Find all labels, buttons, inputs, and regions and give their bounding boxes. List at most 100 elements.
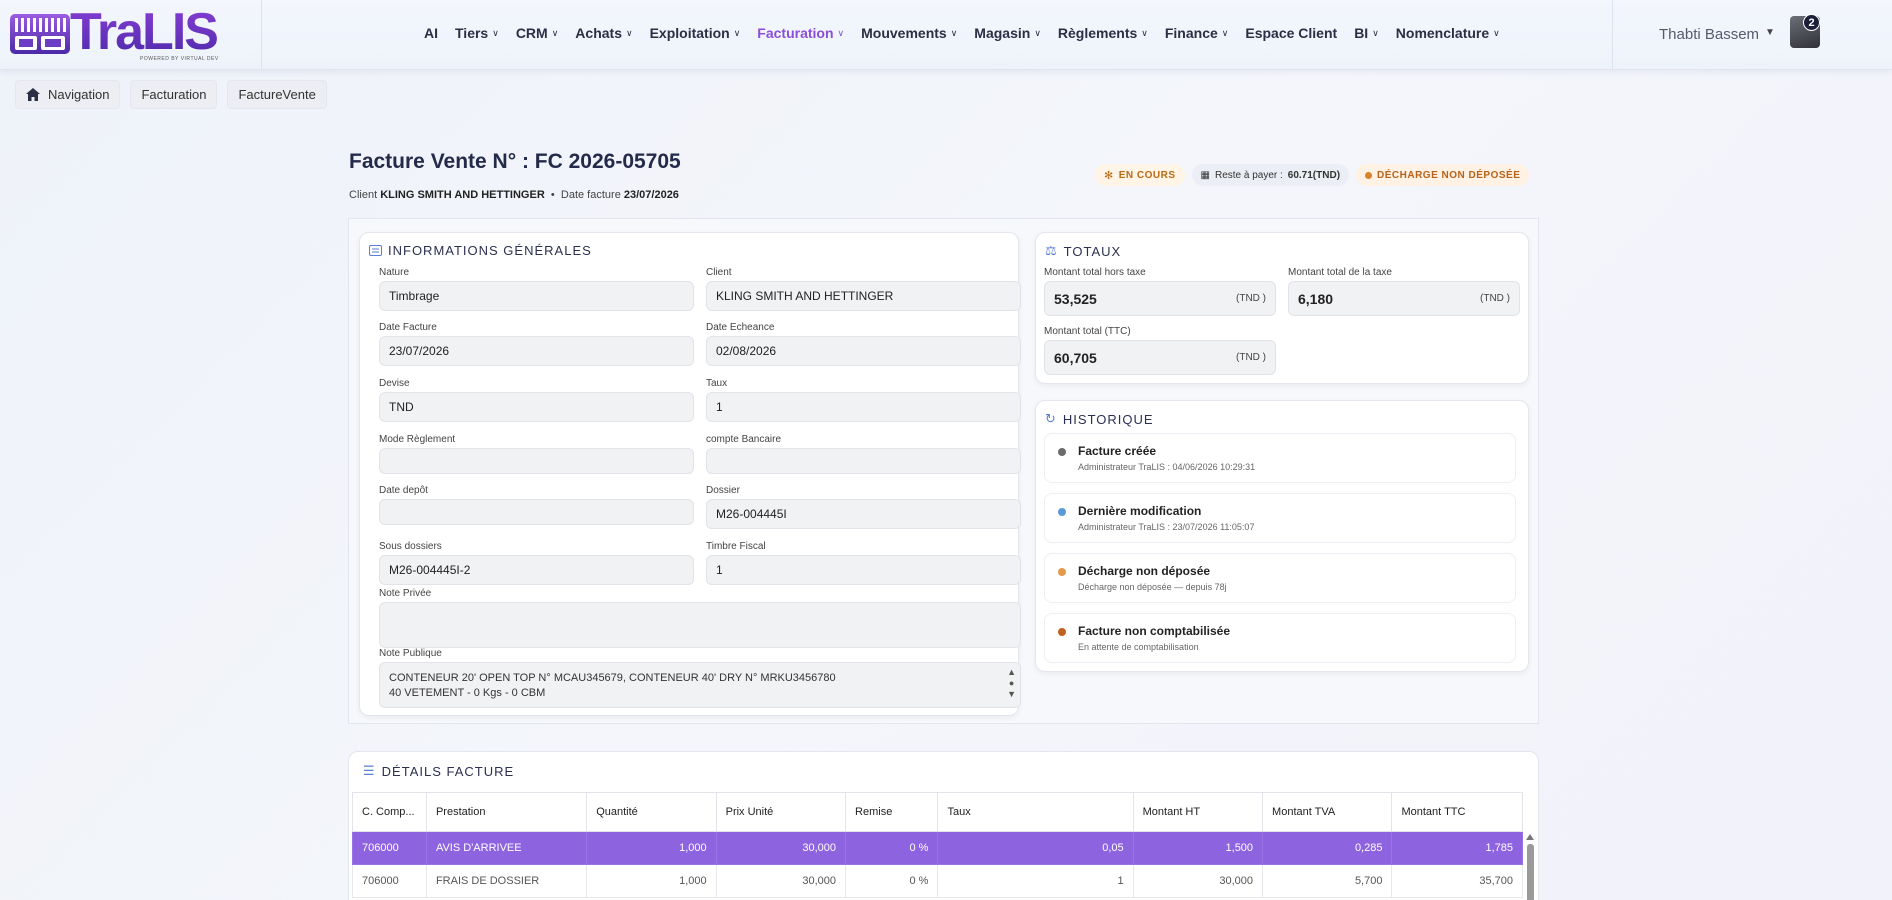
ttc-label: Montant total (TTC) bbox=[1044, 326, 1131, 337]
status-dot-icon bbox=[1058, 568, 1066, 576]
taux-field[interactable]: 1 bbox=[706, 392, 1021, 422]
nav-item-tiers[interactable]: Tiers ∨ bbox=[455, 25, 499, 41]
user-caret-icon[interactable]: ▼ bbox=[1765, 27, 1775, 38]
nav-item-label: CRM bbox=[515, 25, 548, 41]
list-icon bbox=[369, 245, 382, 256]
dossier-field[interactable]: M26-004445I bbox=[706, 499, 1021, 529]
date-value: 23/07/2026 bbox=[623, 189, 679, 201]
history-icon: ↻ bbox=[1045, 411, 1057, 426]
ttc-field[interactable]: 60,705 (TND ) bbox=[1044, 340, 1276, 375]
column-header[interactable]: Prestation bbox=[425, 792, 588, 832]
sous-dossiers-field[interactable]: M26-004445I-2 bbox=[379, 555, 694, 585]
money-icon: ▦ bbox=[1200, 169, 1210, 181]
table-scrollbar[interactable] bbox=[1524, 832, 1536, 900]
field-value: M26-004445I-2 bbox=[389, 563, 471, 577]
notification-badge[interactable]: 2 bbox=[1803, 14, 1820, 31]
nav-item-magasin[interactable]: Magasin ∨ bbox=[974, 25, 1041, 41]
history-item: Facture créée Administrateur TraLIS : 04… bbox=[1044, 433, 1516, 483]
chevron-down-icon: ∨ bbox=[733, 27, 741, 38]
taxe-label: Montant total de la taxe bbox=[1288, 267, 1392, 278]
chevron-down-icon: ∨ bbox=[492, 27, 499, 38]
field-value: TND bbox=[389, 400, 414, 414]
history-item: Facture non comptabilisée En attente de … bbox=[1044, 613, 1516, 663]
logo-wordmark: TraLIS bbox=[70, 3, 219, 61]
scale-icon: ⚖ bbox=[1045, 243, 1058, 258]
table-row[interactable]: 706000 FRAIS DE DOSSIER 1,000 30,000 0 %… bbox=[352, 864, 1523, 898]
note-privee-label: Note Privée bbox=[379, 588, 432, 599]
breadcrumb: Navigation Facturation FactureVente bbox=[15, 80, 327, 109]
chevron-down-icon: ∨ bbox=[625, 27, 633, 38]
nav-item-label: Espace Client bbox=[1245, 25, 1338, 41]
nav-item-r-glements[interactable]: Règlements ∨ bbox=[1058, 25, 1148, 41]
nav-item-nomenclature[interactable]: Nomenclature ∨ bbox=[1396, 25, 1500, 41]
breadcrumb-factureventedata[interactable]: FactureVente bbox=[227, 80, 327, 109]
table-header-row: C. Comp... Prestation Quantité Prix Unit… bbox=[352, 792, 1523, 832]
page-title: Facture Vente N° : FC 2026-05705 bbox=[349, 150, 681, 173]
note-privee-textarea[interactable] bbox=[379, 602, 1021, 648]
column-header[interactable]: Montant HT bbox=[1132, 792, 1264, 832]
logo-area[interactable]: TraLIS POWERED BY VIRTUAL DEV bbox=[0, 0, 262, 70]
table-cell: 0,285 bbox=[1262, 831, 1393, 865]
nature-field[interactable]: Timbrage bbox=[379, 281, 694, 311]
column-header[interactable]: C. Comp... bbox=[352, 792, 427, 832]
nav-item-finance[interactable]: Finance ∨ bbox=[1165, 25, 1229, 41]
top-navbar: TraLIS POWERED BY VIRTUAL DEV AI Tiers ∨ CR… bbox=[0, 0, 1892, 70]
logo-tagline: POWERED BY VIRTUAL DEV bbox=[140, 56, 219, 62]
dossier-label: Dossier bbox=[706, 485, 740, 496]
nav-item-ai[interactable]: AI bbox=[424, 25, 438, 41]
ht-field[interactable]: 53,525 (TND ) bbox=[1044, 281, 1276, 316]
nav-item-mouvements[interactable]: Mouvements ∨ bbox=[861, 25, 957, 41]
column-header[interactable]: Quantité bbox=[586, 792, 717, 832]
timbre-fiscal-field[interactable]: 1 bbox=[706, 555, 1021, 585]
mode-reglement-field[interactable] bbox=[379, 448, 694, 474]
main-menu: AI Tiers ∨ CRM ∨ Achats ∨ Exploitation ∨ Facturat… bbox=[424, 25, 1517, 41]
date-echeance-field[interactable]: 02/08/2026 bbox=[706, 336, 1021, 366]
details-title-text: DÉTAILS FACTURE bbox=[381, 763, 515, 779]
column-header[interactable]: Montant TTC bbox=[1391, 792, 1523, 832]
devise-field[interactable]: TND bbox=[379, 392, 694, 422]
table-cell: 706000 bbox=[352, 864, 427, 898]
client-field[interactable]: KLING SMITH AND HETTINGER bbox=[706, 281, 1021, 311]
historique-card: ↻ HISTORIQUE Facture créée Administrateu… bbox=[1035, 400, 1529, 672]
column-header[interactable]: Remise bbox=[845, 792, 939, 832]
nav-item-crm[interactable]: CRM ∨ bbox=[516, 25, 558, 41]
nav-item-achats[interactable]: Achats ∨ bbox=[575, 25, 632, 41]
column-header[interactable]: Taux bbox=[937, 792, 1134, 832]
breadcrumb-facturation[interactable]: Facturation bbox=[130, 80, 218, 109]
table-cell: 30,000 bbox=[715, 831, 847, 865]
breadcrumb-navigation[interactable]: Navigation bbox=[15, 80, 121, 109]
table-row[interactable]: 706000 AVIS D'ARRIVEE 1,000 30,000 0 % 0… bbox=[352, 831, 1523, 865]
nav-item-espace-client[interactable]: Espace Client bbox=[1245, 25, 1337, 41]
nav-item-label: Règlements bbox=[1057, 25, 1138, 41]
table-cell: 35,700 bbox=[1391, 864, 1523, 898]
nav-item-facturation[interactable]: Facturation ∨ bbox=[757, 25, 844, 41]
user-name[interactable]: Thabti Bassem bbox=[1659, 26, 1759, 43]
table-cell: 1,000 bbox=[586, 831, 717, 865]
compte-bancaire-field[interactable] bbox=[706, 448, 1021, 474]
ht-label: Montant total hors taxe bbox=[1044, 267, 1146, 278]
table-cell: FRAIS DE DOSSIER bbox=[425, 864, 588, 898]
nature-label: Nature bbox=[379, 267, 410, 278]
devise-label: Devise bbox=[379, 378, 410, 389]
date-depot-label: Date depôt bbox=[379, 485, 428, 496]
chevron-down-icon: ∨ bbox=[1493, 27, 1500, 38]
column-header[interactable]: Montant TVA bbox=[1262, 792, 1393, 832]
nav-item-exploitation[interactable]: Exploitation ∨ bbox=[650, 25, 741, 41]
history-item: Dernière modification Administrateur Tra… bbox=[1044, 493, 1516, 543]
card-title: ⚖ TOTAUX bbox=[1045, 243, 1121, 259]
table-cell: 5,700 bbox=[1262, 864, 1393, 898]
date-facture-field[interactable]: 23/07/2026 bbox=[379, 336, 694, 366]
textarea-scrollbar[interactable]: ▲ ● ▼ bbox=[1007, 667, 1016, 700]
field-value: 23/07/2026 bbox=[389, 344, 450, 358]
column-header[interactable]: Prix Unité bbox=[715, 792, 847, 832]
taxe-field[interactable]: 6,180 (TND ) bbox=[1288, 281, 1520, 316]
date-depot-field[interactable] bbox=[379, 499, 694, 525]
reste-badge: ▦ Reste à payer : 60.71(TND) bbox=[1191, 164, 1350, 186]
field-value: 1 bbox=[716, 563, 723, 577]
chevron-down-icon: ∨ bbox=[837, 27, 845, 38]
general-info-card: INFORMATIONS GÉNÉRALES Nature Timbrage C… bbox=[359, 232, 1021, 716]
details-card: ☰ DÉTAILS FACTURE C. Comp... Prestation … bbox=[348, 751, 1539, 900]
nav-item-bi[interactable]: BI ∨ bbox=[1354, 25, 1379, 41]
nav-item-label: BI bbox=[1354, 25, 1369, 41]
note-publique-textarea[interactable]: CONTENEUR 20' OPEN TOP N° MCAU345679, CO… bbox=[379, 662, 1021, 708]
